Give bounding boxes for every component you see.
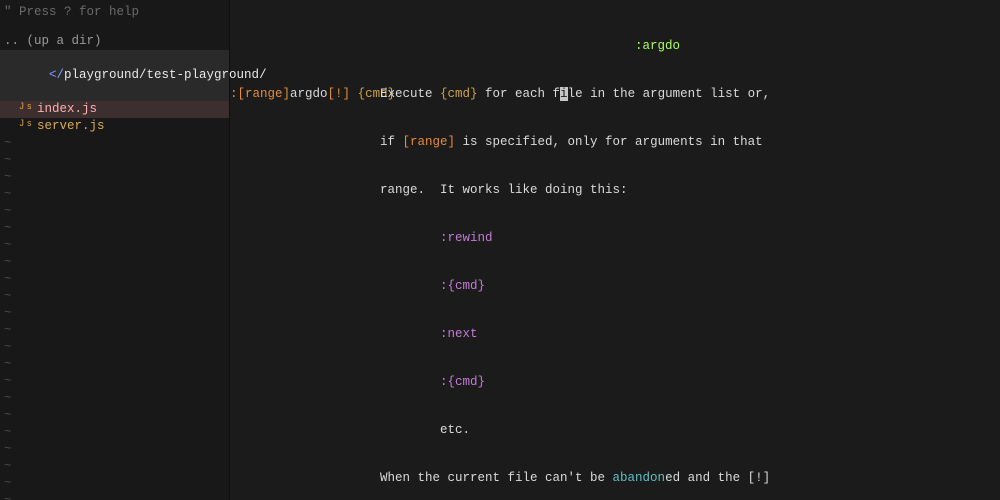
tilde-line: ~ [0,220,229,237]
sig-bang: [!] [328,87,351,101]
tilde-line: ~ [0,271,229,288]
tilde-line: ~ [0,424,229,441]
txt: Execute [380,87,440,101]
tilde-line: ~ [0,407,229,424]
tilde-line: ~ [0,441,229,458]
tilde-line: ~ [0,373,229,390]
folder-icon: </ [49,68,64,82]
file-item-server-js[interactable]: ᴶˢserver.js [0,118,229,135]
help-hint: " Press ? for help [0,4,229,21]
js-icon: ᴶˢ [18,119,33,133]
tilde-line: ~ [0,475,229,492]
js-icon: ᴶˢ [18,102,33,116]
tilde-line: ~ [0,169,229,186]
cursor: i [560,87,568,101]
tilde-line: ~ [0,186,229,203]
main-pane: :argdo :[range]argdo[!] {cmd} Execute {c… [230,0,1000,500]
tilde-line: ~ [0,288,229,305]
tilde-line: ~ [0,254,229,271]
txt: When the current file can't be [380,471,613,485]
txt: if [380,135,403,149]
tilde-line: ~ [0,458,229,475]
tilde-line: ~ [0,135,229,152]
help-window[interactable]: :argdo :[range]argdo[!] {cmd} Execute {c… [230,0,1000,500]
tilde-line: ~ [0,305,229,322]
tilde-line: ~ [0,152,229,169]
ex-cmd: :next [440,327,478,341]
file-item-index-js[interactable]: ᴶˢindex.js [0,101,229,118]
up-dir[interactable]: .. (up a dir) [0,33,229,50]
tilde-line: ~ [0,356,229,373]
sig-range: [range] [238,87,291,101]
ex-cmd: :rewind [440,231,493,245]
cmd-tok: {cmd} [440,87,478,101]
help-link-abandon[interactable]: abandon [613,471,666,485]
current-path[interactable]: </playground/test-playground/ [0,50,229,101]
ex-cmd: :{cmd} [440,375,485,389]
txt: range. It works like doing this: [380,182,1000,198]
tilde-line: ~ [0,237,229,254]
tilde-line: ~ [0,492,229,500]
spacer [0,21,229,33]
tilde-line: ~ [0,339,229,356]
help-tag: :argdo [635,39,680,53]
txt: for each f [478,87,561,101]
txt: etc. [440,423,470,437]
file-explorer-sidebar: " Press ? for help .. (up a dir) </playg… [0,0,230,500]
txt: is specified, only for arguments in that [455,135,763,149]
txt: ed and the [!] [665,471,770,485]
sig-cmd-word: argdo [290,87,328,101]
txt: le in the argument list or, [568,87,771,101]
range-tok: [range] [403,135,456,149]
tilde-line: ~ [0,322,229,339]
tilde-line: ~ [0,390,229,407]
tilde-line: ~ [0,203,229,220]
ex-cmd: :{cmd} [440,279,485,293]
